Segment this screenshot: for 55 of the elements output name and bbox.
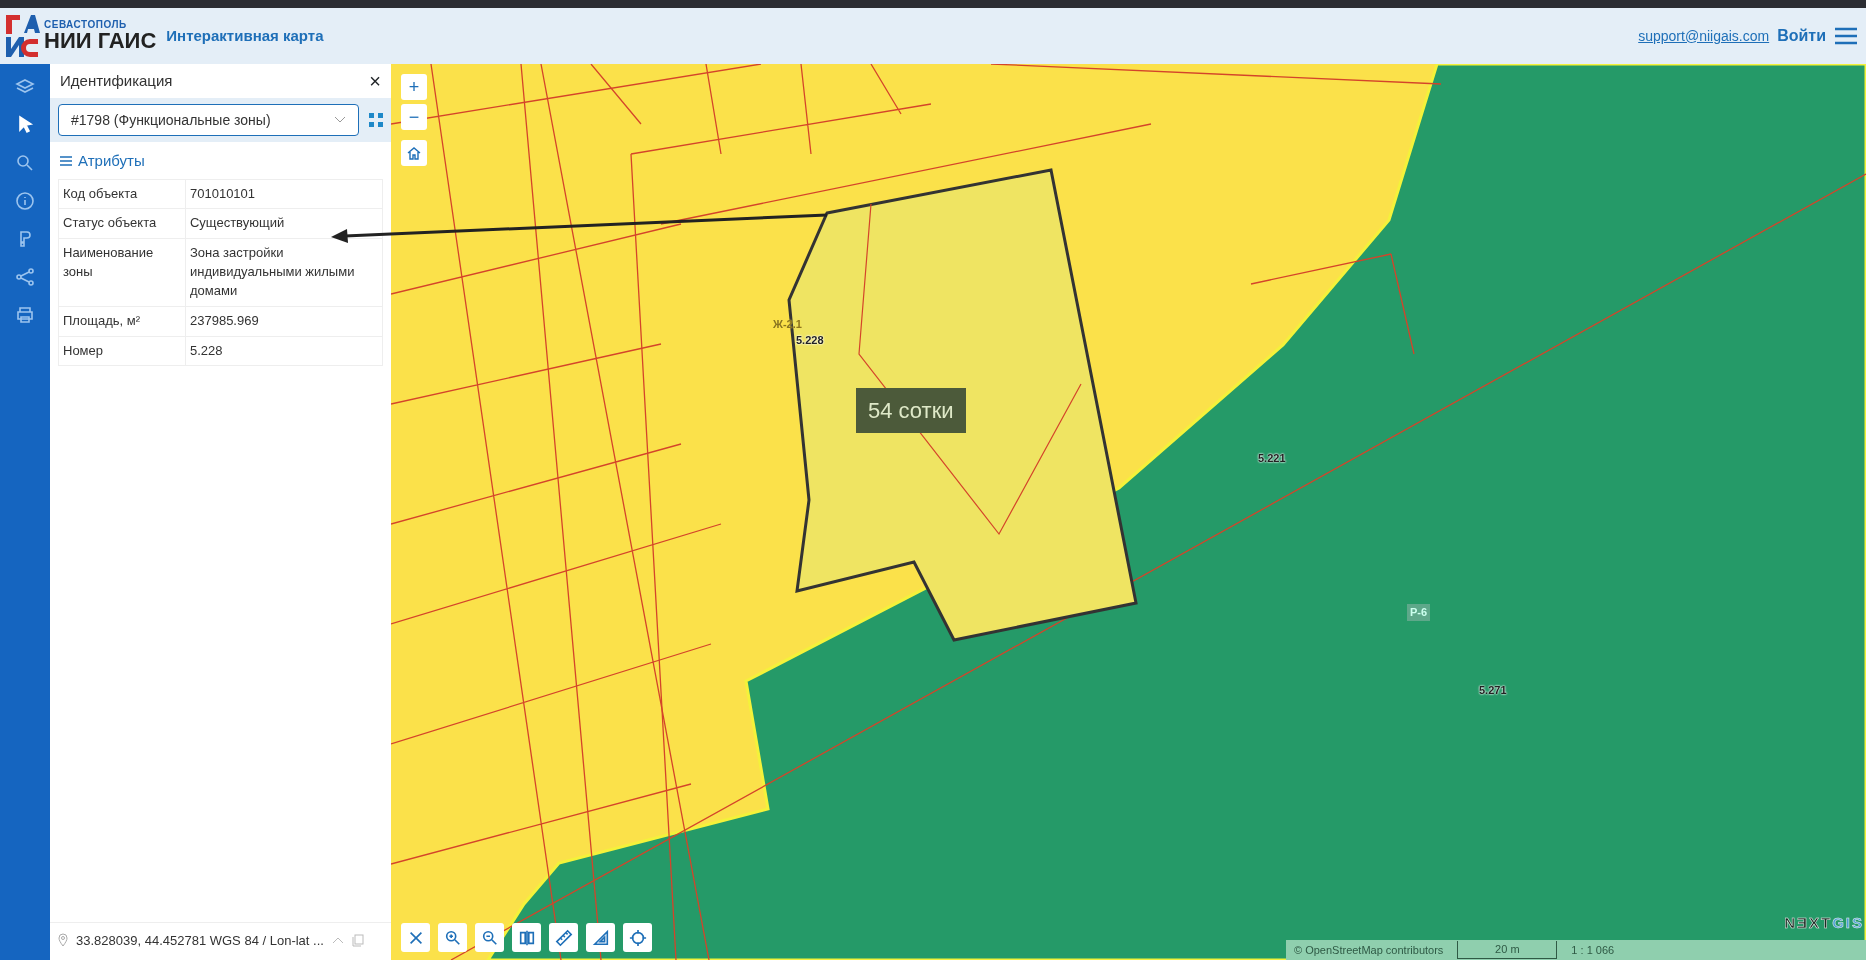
swipe-icon <box>517 928 536 947</box>
print-icon <box>15 305 35 325</box>
login-link[interactable]: Войти <box>1777 24 1826 48</box>
brand-logo: NƎXTGIS <box>1784 912 1864 933</box>
swipe-button[interactable] <box>512 923 541 952</box>
area-icon <box>591 928 610 947</box>
layer-select[interactable]: #1798 (Функциональные зоны) <box>58 104 359 136</box>
zoom-in-button[interactable]: + <box>401 74 427 100</box>
menu-icon[interactable] <box>1834 26 1858 46</box>
ruler-icon <box>554 928 573 947</box>
home-icon <box>407 146 421 160</box>
collapse-icon[interactable] <box>369 113 383 127</box>
zoom-in-button[interactable] <box>438 923 467 952</box>
clear-button[interactable] <box>401 923 430 952</box>
coordinates-text: 33.828039, 44.452781 WGS 84 / Lon-lat ... <box>76 931 324 950</box>
locate-button[interactable] <box>623 923 652 952</box>
attribute-name: Наименование зоны <box>58 238 186 307</box>
panel-title: Идентификация <box>60 70 173 91</box>
zoom-out-button[interactable]: − <box>401 104 427 130</box>
attribution-text: © OpenStreetMap contributors <box>1294 942 1444 958</box>
map-label: Р-6 <box>1407 604 1431 621</box>
zoom-out-icon <box>480 928 499 947</box>
attribute-name: Статус объекта <box>58 208 186 239</box>
map-label: 5.228 <box>796 333 824 348</box>
map-label: 5.221 <box>1258 451 1286 466</box>
attribute-value: 237985.969 <box>185 306 383 337</box>
home-button[interactable] <box>401 140 427 166</box>
attribute-name: Номер <box>58 336 186 366</box>
location-pin-icon <box>58 933 68 948</box>
app-title: Интерактивная карта <box>166 25 324 46</box>
scale-bar: 20 m <box>1457 941 1558 959</box>
locate-icon <box>628 928 647 947</box>
ruler-button[interactable] <box>549 923 578 952</box>
logo-subtitle: СЕВАСТОПОЛЬ <box>44 20 128 30</box>
area-label: 54 сотки <box>856 388 966 433</box>
logo-icon <box>4 13 40 59</box>
attribute-name: Код объекта <box>58 179 186 209</box>
support-link[interactable]: support@niigais.com <box>1638 25 1770 47</box>
chevron-down-icon <box>334 116 346 124</box>
attribute-value: 701010101 <box>185 179 383 209</box>
list-icon <box>60 156 72 167</box>
area-button[interactable] <box>586 923 615 952</box>
close-button[interactable]: × <box>369 71 381 91</box>
map[interactable] <box>391 64 1866 960</box>
section-title[interactable]: Атрибуты <box>78 150 145 173</box>
zoom-out-button[interactable] <box>475 923 504 952</box>
search-icon <box>15 153 35 173</box>
scale-ratio: 1 : 1 066 <box>1571 942 1615 958</box>
attribute-name: Площадь, м² <box>58 306 186 337</box>
map-label: 5.271 <box>1479 683 1507 698</box>
logo-title: НИИ ГАИС <box>44 30 157 52</box>
info-icon <box>15 191 35 211</box>
attribute-value: 5.228 <box>185 336 383 366</box>
zoom-in-icon <box>443 928 462 947</box>
share-icon <box>15 267 35 287</box>
